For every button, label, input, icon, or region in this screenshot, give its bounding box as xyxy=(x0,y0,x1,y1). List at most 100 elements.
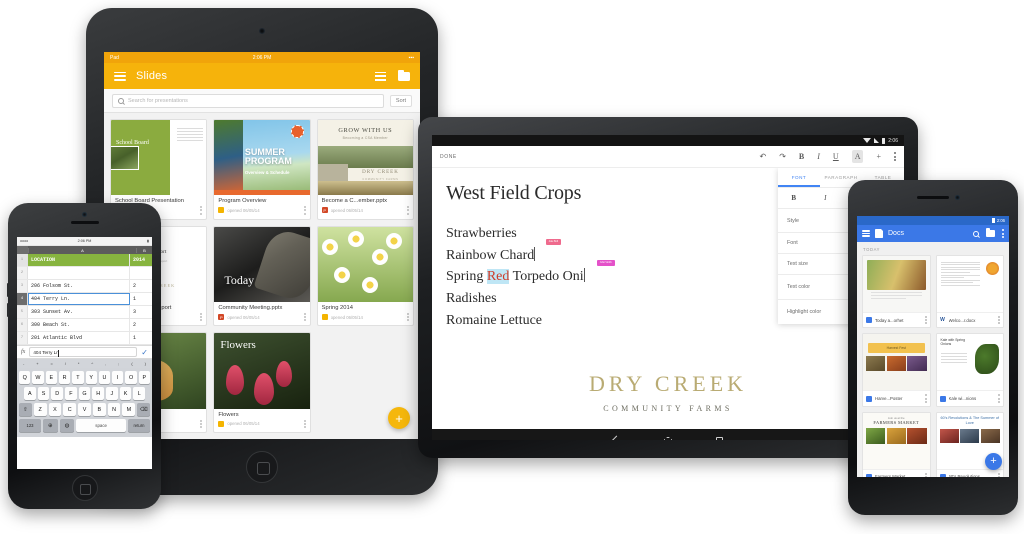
cell-a[interactable] xyxy=(28,267,130,279)
cell-a[interactable]: LOCATION xyxy=(28,254,130,266)
file-card[interactable]: Today a...orhet xyxy=(862,255,931,329)
cell-b[interactable]: 2 xyxy=(130,319,152,331)
table-row[interactable]: 6 300 Beach St. 2 xyxy=(17,319,152,332)
symbol-key[interactable]: ) xyxy=(145,361,146,366)
card-overflow-icon[interactable] xyxy=(200,419,203,428)
file-card[interactable]: W Welco...r.docx xyxy=(935,255,1004,329)
card-overflow-icon[interactable] xyxy=(303,206,306,215)
cell-a-selected[interactable]: 404 Terry Ln. xyxy=(28,293,130,305)
card-overflow-icon[interactable] xyxy=(924,316,927,325)
symbol-key[interactable]: ; xyxy=(118,361,119,366)
underline-button[interactable]: U xyxy=(833,152,839,161)
symbol-key[interactable]: + xyxy=(36,361,38,366)
cell-a[interactable]: 206 Folsom St. xyxy=(28,280,130,292)
table-row[interactable]: 3 206 Folsom St. 2 xyxy=(17,280,152,293)
key-V[interactable]: V xyxy=(78,403,91,416)
presentation-card[interactable]: Flowers Flowers opened 06/05/14 xyxy=(213,332,311,433)
folder-icon[interactable] xyxy=(398,69,410,81)
home-icon[interactable] xyxy=(664,436,672,440)
table-row[interactable]: 7 201 Atlantic Blvd 1 xyxy=(17,332,152,345)
cell-a[interactable]: 303 Sunset Av. xyxy=(28,306,130,318)
search-input[interactable]: Search for presentations xyxy=(112,93,384,108)
column-header-a[interactable]: A xyxy=(28,247,136,253)
search-icon[interactable] xyxy=(973,230,979,237)
create-document-fab[interactable]: + xyxy=(985,453,1002,470)
shift-icon[interactable]: ⇧ xyxy=(18,403,32,416)
table-row[interactable]: 2 xyxy=(17,267,152,280)
file-card[interactable]: Join us at the FARMERS MARKET Farmers Ma… xyxy=(862,411,931,477)
card-overflow-icon[interactable] xyxy=(407,312,409,322)
folder-icon[interactable] xyxy=(986,228,995,237)
table-row-selected[interactable]: 4 404 Terry Ln. 1 xyxy=(17,293,152,306)
sort-button[interactable]: Sort xyxy=(389,94,412,107)
backspace-icon[interactable]: ⌫ xyxy=(137,403,151,416)
symbol-key[interactable]: * xyxy=(78,361,80,366)
return-key[interactable]: return xyxy=(128,419,150,432)
overflow-menu-icon[interactable] xyxy=(894,152,896,161)
table-row[interactable]: 5 303 Sunset Av. 3 xyxy=(17,306,152,319)
key-P[interactable]: P xyxy=(138,371,150,384)
volume-up-button[interactable] xyxy=(6,283,9,297)
cell-b[interactable]: 2014 xyxy=(130,254,152,266)
symbol-key[interactable]: = xyxy=(51,361,53,366)
key-T[interactable]: T xyxy=(72,371,84,384)
key-E[interactable]: E xyxy=(45,371,57,384)
microphone-icon[interactable]: ◍ xyxy=(59,419,75,432)
symbol-key[interactable]: ( xyxy=(131,361,132,366)
symbol-key[interactable]: / xyxy=(65,361,66,366)
key-W[interactable]: W xyxy=(32,371,44,384)
document-canvas[interactable]: West Field Crops Strawberries Rainbow Ch… xyxy=(432,168,904,429)
presentation-card[interactable]: GROW WITH US Becoming a CSA Member DRY C… xyxy=(316,119,414,220)
card-overflow-icon[interactable] xyxy=(303,312,306,322)
key-D[interactable]: D xyxy=(51,387,63,400)
card-overflow-icon[interactable] xyxy=(924,472,927,477)
space-key[interactable]: space xyxy=(76,419,127,432)
key-C[interactable]: C xyxy=(63,403,77,416)
overflow-menu-icon[interactable] xyxy=(1002,229,1004,238)
formula-input[interactable]: 404 Terry Ln xyxy=(29,347,138,357)
cell-b[interactable]: 1 xyxy=(130,332,152,344)
key-O[interactable]: O xyxy=(125,371,137,384)
column-header-b[interactable]: B xyxy=(136,247,152,253)
key-Q[interactable]: Q xyxy=(19,371,31,384)
volume-down-button[interactable] xyxy=(6,303,9,317)
recents-icon[interactable] xyxy=(716,437,723,440)
create-presentation-fab[interactable]: + xyxy=(388,407,410,429)
key-B[interactable]: B xyxy=(92,403,106,416)
key-H[interactable]: H xyxy=(92,387,105,400)
key-S[interactable]: S xyxy=(37,387,50,400)
home-button[interactable] xyxy=(71,475,98,501)
format-button[interactable]: A xyxy=(851,150,864,163)
key-M[interactable]: M xyxy=(122,403,136,416)
file-card[interactable]: Kale with Spring Onions Kale wi...nions xyxy=(935,333,1004,407)
globe-icon[interactable]: ⊕ xyxy=(42,419,58,432)
presentation-card[interactable]: Spring 2014 opened 06/05/14 xyxy=(316,225,414,327)
card-overflow-icon[interactable] xyxy=(303,419,306,428)
table-row[interactable]: 1 LOCATION 2014 xyxy=(17,254,152,267)
symbol-key[interactable]: , xyxy=(105,361,106,366)
presentation-card[interactable]: Today Community Meeting.pptx P opened 06… xyxy=(213,225,311,327)
select-all-corner[interactable] xyxy=(17,246,28,254)
redo-icon[interactable]: ↷ xyxy=(779,152,786,161)
card-overflow-icon[interactable] xyxy=(998,394,1000,403)
key-J[interactable]: J xyxy=(106,387,118,400)
card-overflow-icon[interactable] xyxy=(924,394,927,403)
undo-icon[interactable]: ↶ xyxy=(760,152,767,161)
key-L[interactable]: L xyxy=(133,387,146,400)
italic-button[interactable]: I xyxy=(817,152,820,161)
key-U[interactable]: U xyxy=(98,371,111,384)
symbol-key[interactable]: ^ xyxy=(91,361,93,366)
tab-font[interactable]: FONT xyxy=(778,168,820,187)
cell-b[interactable]: 2 xyxy=(130,280,152,292)
done-button[interactable]: DONE xyxy=(440,154,457,160)
key-Y[interactable]: Y xyxy=(85,371,97,384)
key-G[interactable]: G xyxy=(78,387,91,400)
card-overflow-icon[interactable] xyxy=(200,312,203,322)
card-overflow-icon[interactable] xyxy=(200,206,203,215)
bold-button[interactable]: B xyxy=(799,152,804,161)
key-X[interactable]: X xyxy=(48,403,62,416)
key-K[interactable]: K xyxy=(119,387,132,400)
file-card[interactable]: Harvest Fest Harve...Poster xyxy=(862,333,931,407)
cell-a[interactable]: 300 Beach St. xyxy=(28,319,130,331)
hamburger-icon[interactable] xyxy=(862,230,870,237)
